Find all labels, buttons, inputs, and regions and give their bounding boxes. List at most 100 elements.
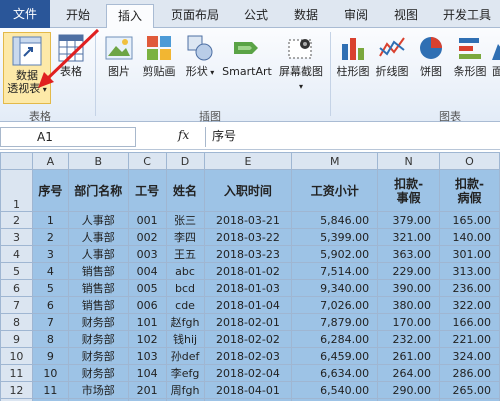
table-cell[interactable]: 102: [127, 330, 167, 348]
table-cell[interactable]: 钱hij: [165, 330, 205, 348]
table-cell[interactable]: 006: [127, 296, 167, 314]
table-cell[interactable]: 2018-02-04: [203, 364, 293, 382]
table-cell[interactable]: 165.00: [439, 211, 500, 229]
table-cell[interactable]: 380.00: [377, 296, 441, 314]
table-cell[interactable]: 姓名: [165, 169, 205, 212]
table-cell[interactable]: 李efg: [165, 364, 205, 382]
table-cell[interactable]: 236.00: [439, 279, 500, 297]
table-cell[interactable]: abc: [165, 262, 205, 280]
column-header[interactable]: A: [31, 152, 69, 170]
table-cell[interactable]: 3: [31, 245, 69, 263]
table-cell[interactable]: 101: [127, 313, 167, 331]
row-header[interactable]: 5: [0, 262, 33, 280]
column-header[interactable]: B: [67, 152, 129, 170]
table-cell[interactable]: 5: [31, 279, 69, 297]
table-cell[interactable]: 004: [127, 262, 167, 280]
table-cell[interactable]: 扣款- 病假: [439, 169, 500, 212]
table-cell[interactable]: 9: [31, 347, 69, 365]
row-header[interactable]: 3: [0, 228, 33, 246]
row-header[interactable]: 1: [0, 169, 33, 212]
column-header[interactable]: O: [439, 152, 500, 170]
row-header[interactable]: 12: [0, 381, 33, 399]
column-header[interactable]: D: [165, 152, 205, 170]
table-cell[interactable]: 261.00: [377, 347, 441, 365]
table-cell[interactable]: 王五: [165, 245, 205, 263]
table-cell[interactable]: 2018-03-22: [203, 228, 293, 246]
table-cell[interactable]: 张三: [165, 211, 205, 229]
spreadsheet-grid[interactable]: A B C D E M N O 1 序号 部门名称 工号 姓名 入职时间 工资小…: [0, 152, 500, 401]
table-cell[interactable]: 265.00: [439, 381, 500, 399]
row-header[interactable]: 7: [0, 296, 33, 314]
row-header[interactable]: 11: [0, 364, 33, 382]
row-header[interactable]: 4: [0, 245, 33, 263]
table-cell[interactable]: 313.00: [439, 262, 500, 280]
table-cell[interactable]: 166.00: [439, 313, 500, 331]
row-header[interactable]: 10: [0, 347, 33, 365]
table-cell[interactable]: 2: [31, 228, 69, 246]
table-cell[interactable]: 8: [31, 330, 69, 348]
fx-icon[interactable]: fx: [178, 128, 189, 142]
table-cell[interactable]: 390.00: [377, 279, 441, 297]
table-cell[interactable]: 321.00: [377, 228, 441, 246]
table-cell[interactable]: 财务部: [67, 347, 129, 365]
table-cell[interactable]: 销售部: [67, 296, 129, 314]
table-cell[interactable]: 286.00: [439, 364, 500, 382]
row-header[interactable]: 8: [0, 313, 33, 331]
table-cell[interactable]: 7,879.00: [291, 313, 379, 331]
table-cell[interactable]: 入职时间: [203, 169, 293, 212]
table-cell[interactable]: 7,514.00: [291, 262, 379, 280]
table-cell[interactable]: 324.00: [439, 347, 500, 365]
table-cell[interactable]: 人事部: [67, 245, 129, 263]
table-cell[interactable]: 229.00: [377, 262, 441, 280]
table-cell[interactable]: 孙def: [165, 347, 205, 365]
table-cell[interactable]: 销售部: [67, 279, 129, 297]
table-cell[interactable]: 379.00: [377, 211, 441, 229]
table-cell[interactable]: 363.00: [377, 245, 441, 263]
row-header[interactable]: 9: [0, 330, 33, 348]
table-cell[interactable]: 221.00: [439, 330, 500, 348]
table-cell[interactable]: cde: [165, 296, 205, 314]
table-cell[interactable]: 264.00: [377, 364, 441, 382]
column-header[interactable]: C: [127, 152, 167, 170]
table-cell[interactable]: 2018-02-03: [203, 347, 293, 365]
formula-input[interactable]: 序号: [205, 127, 500, 147]
table-cell[interactable]: 序号: [31, 169, 69, 212]
table-cell[interactable]: 部门名称: [67, 169, 129, 212]
table-cell[interactable]: 工号: [127, 169, 167, 212]
table-cell[interactable]: 5,399.00: [291, 228, 379, 246]
table-cell[interactable]: 232.00: [377, 330, 441, 348]
table-cell[interactable]: 002: [127, 228, 167, 246]
table-cell[interactable]: 2018-04-01: [203, 381, 293, 399]
table-cell[interactable]: 104: [127, 364, 167, 382]
table-cell[interactable]: 001: [127, 211, 167, 229]
table-cell[interactable]: 5,902.00: [291, 245, 379, 263]
table-cell[interactable]: 销售部: [67, 262, 129, 280]
table-cell[interactable]: 2018-03-21: [203, 211, 293, 229]
table-cell[interactable]: 6: [31, 296, 69, 314]
table-cell[interactable]: 005: [127, 279, 167, 297]
table-cell[interactable]: 李四: [165, 228, 205, 246]
table-cell[interactable]: 201: [127, 381, 167, 399]
table-cell[interactable]: 140.00: [439, 228, 500, 246]
table-cell[interactable]: 103: [127, 347, 167, 365]
table-cell[interactable]: 人事部: [67, 228, 129, 246]
table-cell[interactable]: 301.00: [439, 245, 500, 263]
table-cell[interactable]: 6,540.00: [291, 381, 379, 399]
table-cell[interactable]: 财务部: [67, 313, 129, 331]
column-header[interactable]: M: [291, 152, 379, 170]
column-header[interactable]: E: [203, 152, 293, 170]
table-cell[interactable]: bcd: [165, 279, 205, 297]
table-cell[interactable]: 5,846.00: [291, 211, 379, 229]
table-cell[interactable]: 财务部: [67, 364, 129, 382]
table-cell[interactable]: 财务部: [67, 330, 129, 348]
table-cell[interactable]: 4: [31, 262, 69, 280]
table-cell[interactable]: 7: [31, 313, 69, 331]
table-cell[interactable]: 11: [31, 381, 69, 399]
table-cell[interactable]: 2018-01-03: [203, 279, 293, 297]
table-cell[interactable]: 6,634.00: [291, 364, 379, 382]
table-cell[interactable]: 10: [31, 364, 69, 382]
table-cell[interactable]: 赵fgh: [165, 313, 205, 331]
table-cell[interactable]: 2018-01-02: [203, 262, 293, 280]
table-cell[interactable]: 2018-02-02: [203, 330, 293, 348]
table-cell[interactable]: 1: [31, 211, 69, 229]
